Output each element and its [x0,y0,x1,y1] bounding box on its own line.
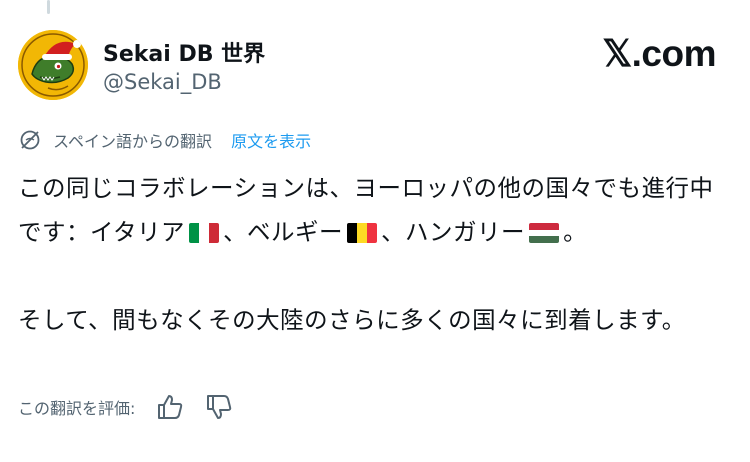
translate-icon [18,128,42,152]
thumbs-up-button[interactable] [155,392,185,422]
thumbs-up-icon [157,395,182,419]
rate-translation-bar: この翻訳を評価: [18,392,234,422]
thumbs-down-button[interactable] [204,392,234,422]
thread-connector-line [47,0,50,14]
translation-bar: スペイン語からの翻訳 原文を表示 [18,128,311,154]
author-display-name[interactable]: Sekai DB 世界 [103,36,265,68]
translation-source-label: スペイン語からの翻訳 [53,132,212,151]
tweet-paragraph-2: そして、間もなくその大陸のさらに多くの国々に到着します。 [18,306,686,334]
belgium-flag-icon [347,223,378,243]
tweet-text-segment: 、ベルギー [223,218,344,246]
tweet-body: この同じコラボレーションは、ヨーロッパの他の国々でも進行中です：イタリア 、ベルギ… [18,166,723,342]
hungary-flag-icon [529,223,560,243]
show-original-link[interactable]: 原文を表示 [231,132,311,151]
tweet-text-segment: 、ハンガリー [381,218,526,246]
rate-translation-label: この翻訳を評価: [18,399,136,418]
avatar[interactable] [18,30,88,100]
italy-flag-icon [189,223,220,243]
x-com-logo: 𝕏.com [602,33,716,74]
thumbs-down-icon [206,395,231,419]
dragon-avatar-icon [18,30,88,100]
author-handle[interactable]: @Sekai_DB [103,70,222,94]
tweet-text-segment: 。 [563,218,588,246]
tweet-paragraph-1: この同じコラボレーションは、ヨーロッパの他の国々でも進行中です：イタリア 、ベルギ… [18,166,723,254]
tweet-header: Sekai DB 世界 @Sekai_DB 𝕏.com [18,30,718,104]
